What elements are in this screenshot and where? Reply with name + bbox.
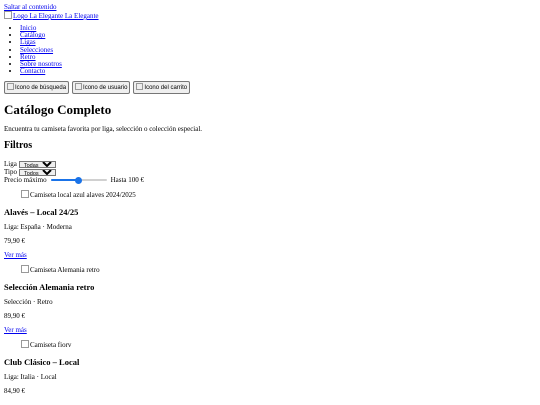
nav-item-contacto: Contacto [20, 68, 536, 75]
page-intro: Encuentra tu camiseta favorita por liga,… [4, 125, 203, 134]
cart-button[interactable]: Icono del carrito [133, 81, 191, 95]
filters-panel: Liga Todas Tipo Todos Precio máximo Hast… [4, 160, 536, 184]
product-link-row: Ver más [4, 326, 536, 334]
product-view-more-link[interactable]: Ver más [4, 251, 27, 259]
product-meta: Liga: España · Moderna [4, 223, 72, 232]
nav-link-contacto[interactable]: Contacto [20, 67, 45, 75]
cart-button-label: Icono del carrito [144, 85, 188, 92]
product-image-alt: Camiseta fiorv [30, 341, 72, 350]
price-range-thumb[interactable] [75, 176, 83, 184]
search-button[interactable]: Icono de búsqueda [4, 81, 70, 95]
nav-item-ligas: Ligas [20, 39, 536, 46]
product-link-row: Ver más [4, 251, 536, 259]
broken-image-icon [21, 340, 29, 349]
filters-heading: Filtros [4, 140, 33, 152]
search-button-label: Icono de búsqueda [15, 85, 67, 92]
product-meta: Selección · Retro [4, 298, 53, 307]
product-card: Camiseta fiorv Club Clásico – Local Liga… [4, 340, 536, 395]
league-filter-label: Liga [4, 160, 17, 169]
league-filter-row: Liga Todas [4, 160, 536, 168]
product-card: Camiseta local azul alaves 2024/2025 Ala… [4, 190, 536, 259]
product-meta: Liga: Italia · Local [4, 373, 57, 382]
league-select[interactable]: Todas [18, 160, 56, 168]
logo-alt-text: Logo La Elegante [13, 12, 64, 20]
header-actions: Icono de búsqueda Icono de usuario Icono… [4, 81, 536, 95]
product-price: 84,90 € [4, 387, 25, 396]
product-name: Selección Alemania retro [4, 282, 95, 293]
broken-image-icon [21, 265, 29, 274]
product-name: Club Clásico – Local [4, 357, 80, 368]
product-image: Camiseta local azul alaves 2024/2025 [21, 190, 536, 199]
product-image-alt: Camiseta local azul alaves 2024/2025 [30, 191, 136, 200]
product-image: Camiseta fiorv [21, 340, 536, 349]
type-filter-row: Tipo Todos [4, 168, 536, 176]
product-price: 89,90 € [4, 312, 25, 321]
product-name: Alavés – Local 24/25 [4, 207, 79, 218]
nav-item-catalogo: Catálogo [20, 32, 536, 39]
logo-link[interactable]: Logo La Elegante La Elegante [4, 11, 536, 20]
price-range-value: Hasta 100 € [110, 176, 145, 185]
price-filter-label: Precio máximo [4, 176, 47, 185]
product-price: 79,90 € [4, 237, 25, 246]
product-card: Camiseta Alemania retro Selección Aleman… [4, 265, 536, 334]
price-range-slider[interactable] [50, 176, 107, 184]
broken-image-icon [4, 11, 12, 19]
user-button-label: Icono de usuario [83, 85, 128, 92]
logo-text: La Elegante [64, 12, 99, 20]
product-image: Camiseta Alemania retro [21, 265, 536, 274]
nav-item-sobre-nosotros: Sobre nosotros [20, 60, 536, 68]
nav-item-retro: Retro [20, 53, 536, 61]
page-title: Catálogo Completo [4, 102, 112, 118]
nav-item-selecciones: Selecciones [20, 46, 536, 54]
main-nav: Inicio Catálogo Ligas Selecciones Retro … [4, 24, 536, 75]
product-image-alt: Camiseta Alemania retro [30, 266, 100, 275]
type-filter-label: Tipo [4, 168, 17, 177]
broken-image-icon [21, 190, 29, 199]
skip-to-content-link[interactable]: Saltar al contenido [4, 3, 536, 11]
search-icon [7, 83, 14, 91]
page: Saltar al contenido Logo La Elegante La … [0, 0, 540, 395]
user-icon [75, 83, 83, 91]
type-select[interactable]: Todos [18, 168, 56, 176]
nav-item-inicio: Inicio [20, 24, 536, 32]
user-button[interactable]: Icono de usuario [72, 81, 131, 95]
product-view-more-link[interactable]: Ver más [4, 326, 27, 334]
cart-icon [136, 83, 144, 91]
price-filter-row: Precio máximo Hasta 100 € [4, 176, 536, 184]
